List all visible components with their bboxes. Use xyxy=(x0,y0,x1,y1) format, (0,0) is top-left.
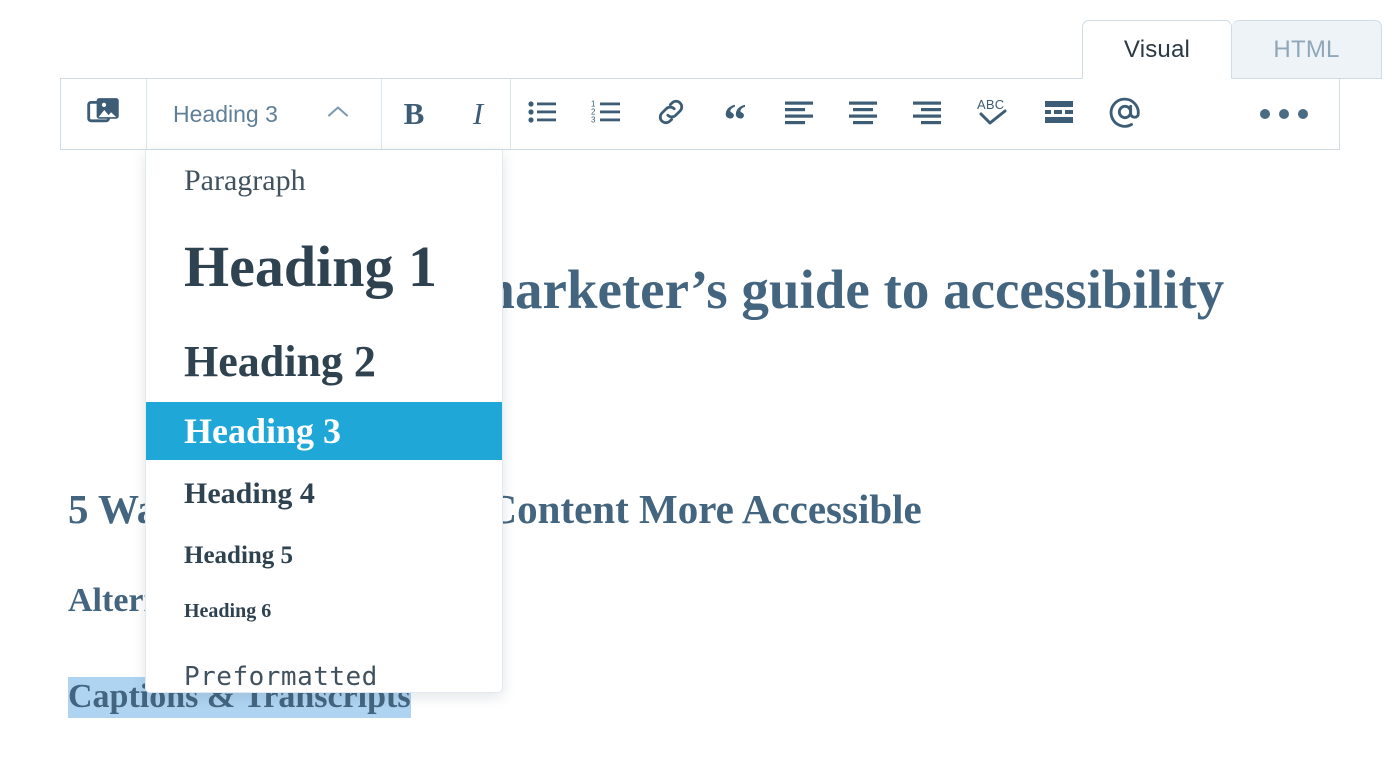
bold-button[interactable]: B xyxy=(382,79,446,149)
bulleted-list-button[interactable] xyxy=(511,79,575,149)
dropdown-item-heading-1[interactable]: Heading 1 xyxy=(146,212,502,320)
editor-root: The content marketer’s guide to accessib… xyxy=(0,0,1400,769)
tab-visual[interactable]: Visual xyxy=(1082,20,1232,79)
dropdown-item-heading-3-label: Heading 3 xyxy=(184,411,342,451)
mention-button[interactable] xyxy=(1091,79,1159,149)
svg-text:ABC: ABC xyxy=(977,97,1004,112)
more-options-button[interactable] xyxy=(1229,79,1339,149)
link-button[interactable] xyxy=(639,79,703,149)
read-more-button[interactable] xyxy=(1027,79,1091,149)
dropdown-item-preformatted[interactable]: Preformatted xyxy=(146,639,502,692)
dropdown-item-heading-5[interactable]: Heading 5 xyxy=(146,528,502,583)
italic-button[interactable]: I xyxy=(446,79,511,149)
bold-icon: B xyxy=(403,96,425,131)
spellcheck-button[interactable]: ABC xyxy=(959,79,1027,149)
format-select-value: Heading 3 xyxy=(173,100,278,127)
format-select[interactable]: Heading 3 xyxy=(147,79,382,149)
tab-html[interactable]: HTML xyxy=(1232,20,1382,79)
spellcheck-abc-icon: ABC xyxy=(975,96,1011,133)
dropdown-item-heading-2-label: Heading 2 xyxy=(184,336,376,386)
align-center-button[interactable] xyxy=(831,79,895,149)
dropdown-item-heading-5-label: Heading 5 xyxy=(184,541,294,569)
svg-text:3: 3 xyxy=(591,115,596,124)
media-library-icon xyxy=(86,95,121,134)
numbered-list-icon: 1 2 3 xyxy=(591,99,623,130)
add-media-button[interactable] xyxy=(61,79,147,149)
align-right-button[interactable] xyxy=(895,79,959,149)
dropdown-item-preformatted-label: Preformatted xyxy=(184,662,378,692)
at-mention-icon xyxy=(1108,95,1142,134)
dropdown-item-heading-2[interactable]: Heading 2 xyxy=(146,320,502,402)
numbered-list-button[interactable]: 1 2 3 xyxy=(575,79,639,149)
bulleted-list-icon xyxy=(528,99,558,130)
dropdown-item-heading-1-label: Heading 1 xyxy=(184,233,437,299)
italic-icon: I xyxy=(472,96,484,131)
chevron-up-icon xyxy=(327,105,349,124)
blockquote-button[interactable]: “ xyxy=(703,79,767,149)
dropdown-item-heading-4-label: Heading 4 xyxy=(184,477,315,510)
insert-read-more-icon xyxy=(1044,99,1074,130)
align-center-icon xyxy=(848,99,878,130)
editor-mode-tabs: Visual HTML xyxy=(1082,20,1382,79)
align-left-icon xyxy=(784,99,814,130)
align-right-icon xyxy=(912,99,942,130)
dropdown-item-heading-6-label: Heading 6 xyxy=(184,599,272,622)
editor-toolbar: Heading 3 B I 1 2 3 “ ABC xyxy=(60,78,1340,150)
dropdown-item-heading-6[interactable]: Heading 6 xyxy=(146,583,502,639)
dropdown-item-paragraph[interactable]: Paragraph xyxy=(146,150,502,212)
ellipsis-icon xyxy=(1260,109,1308,119)
tab-html-label: HTML xyxy=(1273,35,1340,63)
dropdown-item-heading-4[interactable]: Heading 4 xyxy=(146,460,502,528)
link-icon xyxy=(655,96,687,133)
format-dropdown-menu: Paragraph Heading 1 Heading 2 Heading 3 … xyxy=(145,150,503,693)
tab-visual-label: Visual xyxy=(1123,35,1191,63)
dropdown-item-heading-3[interactable]: Heading 3 xyxy=(146,402,502,460)
align-left-button[interactable] xyxy=(767,79,831,149)
dropdown-item-paragraph-label: Paragraph xyxy=(184,164,306,197)
